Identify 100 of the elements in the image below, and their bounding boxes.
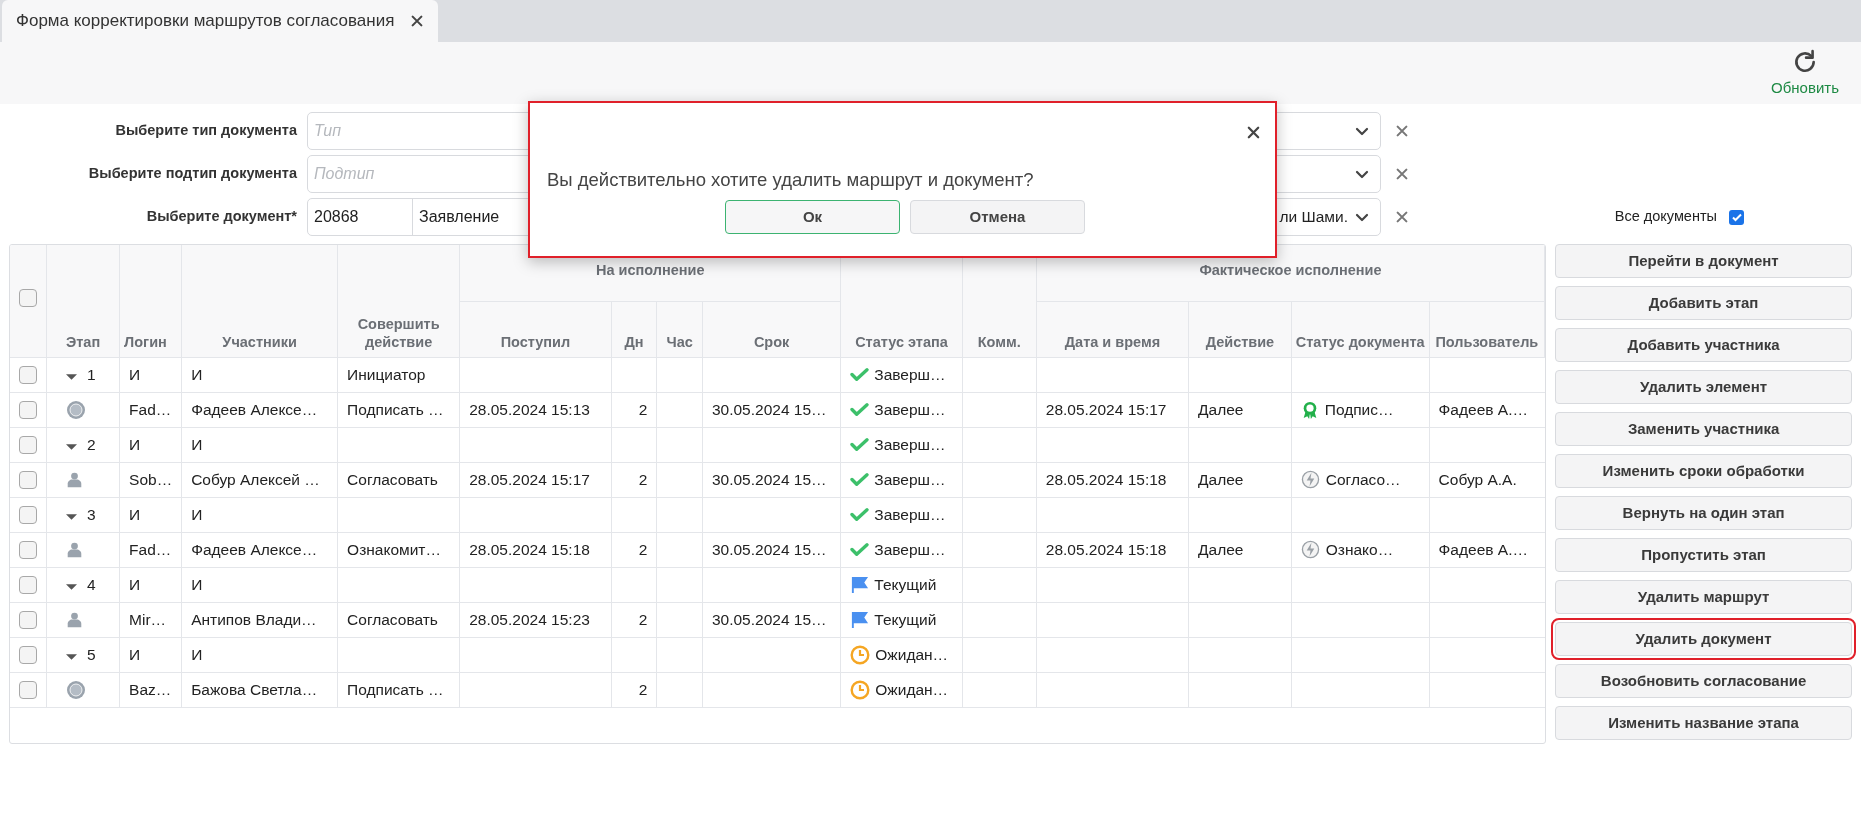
stage-status: Ожидан…	[875, 644, 949, 665]
checkbox[interactable]	[19, 288, 37, 307]
user: Фадеев А.…	[1438, 400, 1528, 418]
stage-status: Заверш…	[874, 364, 946, 385]
stage-status: Ожидан…	[875, 679, 949, 700]
checkbox[interactable]	[19, 400, 37, 419]
days: 2	[638, 540, 648, 558]
close-icon[interactable]	[1395, 167, 1409, 181]
deadline: 30.05.2024 15…	[711, 470, 827, 488]
user: Фадеев А.…	[1438, 540, 1528, 558]
checkbox[interactable]	[19, 645, 37, 664]
action: Подписать …	[347, 680, 444, 698]
participant-name: Бажова Светла…	[191, 680, 318, 698]
fact-action: Далее	[1198, 400, 1244, 418]
stage-number: 1	[87, 364, 96, 385]
person-icon	[66, 611, 83, 628]
checkbox[interactable]	[1729, 209, 1744, 225]
participant-name: Фадеев Алексе…	[191, 540, 318, 558]
user: Собур А.А.	[1438, 470, 1517, 488]
login: Sob…	[129, 470, 173, 488]
checkbox[interactable]	[19, 610, 37, 629]
person-icon	[66, 471, 83, 488]
checkbox[interactable]	[19, 365, 37, 384]
cancel-button[interactable]: Отмена	[910, 199, 1085, 234]
tab[interactable]: Форма корректировки маршрутов согласования	[2, 0, 439, 42]
action: Инициатор	[347, 365, 426, 383]
login: Mir…	[129, 610, 167, 628]
participant-name: Антипов Влади…	[191, 610, 317, 628]
column-header: Статус документа	[1291, 301, 1430, 357]
stage-number: 4	[87, 574, 96, 595]
action-button[interactable]: Вернуть на один этап	[1555, 496, 1852, 530]
login: Fad…	[129, 400, 172, 418]
action-button[interactable]: Изменить сроки обработки	[1555, 454, 1852, 488]
action-button[interactable]: Добавить участника	[1555, 328, 1852, 362]
login: И	[129, 575, 141, 593]
action-button[interactable]: Пропустить этап	[1555, 538, 1852, 572]
action-button[interactable]: Удалить маршрут	[1555, 580, 1852, 614]
seal-icon	[66, 399, 86, 420]
stage-status: Текущий	[874, 574, 937, 595]
fact-date: 28.05.2024 15:17	[1045, 400, 1167, 418]
column-header: Срок	[702, 301, 841, 357]
checkbox[interactable]	[19, 540, 37, 559]
column-header: Совершить действие	[337, 245, 460, 357]
participant-name: И	[191, 645, 203, 663]
stage-status: Заверш…	[874, 539, 946, 560]
close-icon[interactable]	[1395, 124, 1409, 138]
deadline: 30.05.2024 15…	[711, 610, 827, 628]
fact-date: 28.05.2024 15:18	[1045, 470, 1167, 488]
received-date: 28.05.2024 15:18	[469, 540, 590, 558]
placeholder-text: Подтип	[314, 164, 375, 184]
days: 2	[638, 680, 648, 698]
stage-status: Заверш…	[874, 469, 946, 490]
action-button[interactable]: Добавить этап	[1555, 286, 1852, 320]
dialog-message: Вы действительно хотите удалить маршрут и документ?	[547, 168, 1035, 192]
column-header: Участники	[181, 245, 338, 357]
action-button[interactable]: Изменить название этапа	[1555, 706, 1852, 740]
participant-name: Фадеев Алексе…	[191, 400, 318, 418]
days: 2	[638, 470, 648, 488]
column-header: Действие	[1188, 301, 1292, 357]
column-header: Пользователь	[1429, 301, 1545, 357]
fact-date: 28.05.2024 15:18	[1045, 540, 1167, 558]
participant-name: И	[191, 365, 203, 383]
login: Fad…	[129, 540, 172, 558]
checkbox[interactable]	[19, 680, 37, 699]
ok-button[interactable]: Ок	[725, 199, 900, 234]
document-status: Согласо…	[1325, 469, 1401, 490]
received-date: 28.05.2024 15:23	[469, 610, 590, 628]
stage-status: Заверш…	[874, 399, 946, 420]
action-button[interactable]: Перейти в документ	[1555, 244, 1852, 278]
action-button[interactable]: Возобновить согласование	[1555, 664, 1852, 698]
document-number: 20868	[308, 199, 413, 235]
login: И	[129, 435, 141, 453]
checkbox[interactable]	[19, 435, 37, 454]
participant-name: И	[191, 505, 203, 523]
close-icon[interactable]	[1246, 125, 1261, 140]
checkbox[interactable]	[19, 575, 37, 594]
stage-number: 5	[87, 644, 96, 665]
column-header: Час	[656, 301, 703, 357]
received-date: 28.05.2024 15:17	[469, 470, 590, 488]
fact-action: Далее	[1198, 540, 1244, 558]
checkbox[interactable]	[19, 470, 37, 489]
column-header: Дн	[611, 301, 657, 357]
refresh-button[interactable]: Обновить	[1771, 49, 1839, 97]
column-header: Логин	[119, 245, 182, 357]
login: И	[129, 645, 141, 663]
column-header: Дата и время	[1036, 301, 1189, 357]
all-documents-label: Все документы	[1614, 207, 1717, 227]
document-name: Заявление	[418, 207, 501, 227]
person-icon	[66, 541, 83, 558]
stage-status: Заверш…	[874, 504, 946, 525]
action-button[interactable]: Удалить элемент	[1555, 370, 1852, 404]
close-icon[interactable]	[410, 14, 425, 28]
checkbox[interactable]	[19, 505, 37, 524]
action: Подписать …	[347, 400, 444, 418]
login: И	[129, 365, 141, 383]
action-button[interactable]: Заменить участника	[1555, 412, 1852, 446]
stage-status: Текущий	[874, 609, 937, 630]
field-label: Выберите подтип документа	[87, 164, 298, 184]
action: Согласовать	[347, 470, 438, 488]
close-icon[interactable]	[1395, 210, 1409, 224]
